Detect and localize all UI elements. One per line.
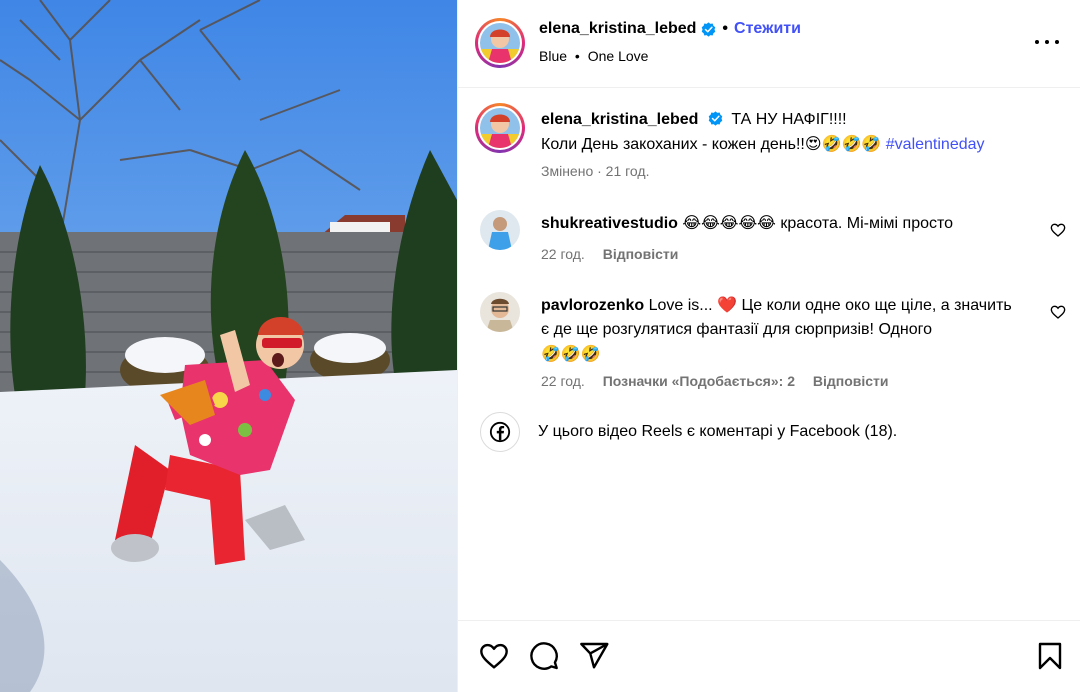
comment-like-heart-icon[interactable] [1050, 222, 1066, 238]
audio-info[interactable]: Blue • One Love [539, 48, 648, 64]
heart-icon[interactable] [478, 640, 510, 672]
red-heart-emoji: ❤️ [717, 295, 737, 314]
author-username[interactable]: elena_kristina_lebed [539, 20, 696, 38]
commenter-avatar[interactable] [480, 292, 520, 332]
audio-artist: Blue [539, 48, 568, 64]
comment-time: 22 год. [541, 373, 585, 389]
commenter-username[interactable]: pavlorozenko [541, 297, 644, 314]
more-options-icon[interactable] [1035, 30, 1059, 54]
avatar-image [480, 23, 520, 63]
audio-separator: • [574, 48, 580, 64]
comment-icon[interactable] [528, 640, 560, 672]
comment-meta: 22 год. Позначки «Подобається»: 2 Відпов… [541, 373, 889, 389]
reel-frame-image [0, 0, 457, 692]
comment-text: pavlorozenko Love is... ❤️ Це коли одне … [541, 293, 1021, 367]
caption-line2: Коли День закоханих - кожен день!! [541, 136, 805, 153]
comment-emojis: 🤣🤣🤣 [541, 344, 601, 363]
caption-username[interactable]: elena_kristina_lebed [541, 111, 698, 128]
header-separator: • [722, 20, 729, 37]
author-avatar[interactable] [475, 18, 525, 68]
comment-like-heart-icon[interactable] [1050, 304, 1066, 320]
commenter-avatar[interactable] [480, 210, 520, 250]
reply-button[interactable]: Відповісти [813, 373, 889, 389]
verified-badge-icon [708, 111, 723, 126]
comment-emojis: 😂😂😂😂😂 [682, 213, 776, 232]
caption-edited-time: Змінено · 21 год. [541, 163, 650, 179]
comment-meta: 22 год. Відповісти [541, 246, 678, 262]
avatar-image [480, 210, 520, 250]
facebook-icon [480, 412, 520, 452]
avatar-image [480, 108, 520, 148]
caption-avatar[interactable] [475, 103, 525, 153]
post-actions-bar [458, 620, 1080, 692]
caption-emojis: 😍🤣🤣🤣 [804, 134, 882, 153]
likes-count-button[interactable]: Позначки «Подобається»: 2 [603, 373, 795, 389]
post-header: elena_kristina_lebed • Стежити Blue • On… [458, 0, 1080, 88]
audio-track: One Love [587, 48, 649, 64]
comment-body: красота. Мі-мімі просто [780, 215, 954, 232]
reply-button[interactable]: Відповісти [603, 246, 679, 262]
post-details-panel: elena_kristina_lebed • Стежити Blue • On… [457, 0, 1080, 692]
comment-text: shukreativestudio 😂😂😂😂😂 красота. Мі-мімі… [541, 211, 1021, 236]
bookmark-icon[interactable] [1034, 640, 1066, 672]
verified-badge-icon [702, 21, 716, 37]
share-icon[interactable] [578, 640, 610, 672]
caption-line1: ТА НУ НАФІГ!!!! [731, 111, 847, 128]
follow-button[interactable]: Стежити [734, 20, 801, 38]
caption-text: elena_kristina_lebed ТА НУ НАФІГ!!!! Кол… [541, 108, 1061, 157]
avatar-image [480, 292, 520, 332]
commenter-username[interactable]: shukreativestudio [541, 215, 678, 232]
comment-time: 22 год. [541, 246, 585, 262]
comment-body-start: Love is... [648, 297, 713, 314]
facebook-note-text: У цього відео Reels є коментарі у Facebo… [538, 423, 898, 440]
hashtag-link[interactable]: #valentineday [886, 136, 985, 153]
reel-video[interactable] [0, 0, 457, 692]
facebook-comments-note[interactable]: У цього відео Reels є коментарі у Facebo… [480, 412, 897, 452]
